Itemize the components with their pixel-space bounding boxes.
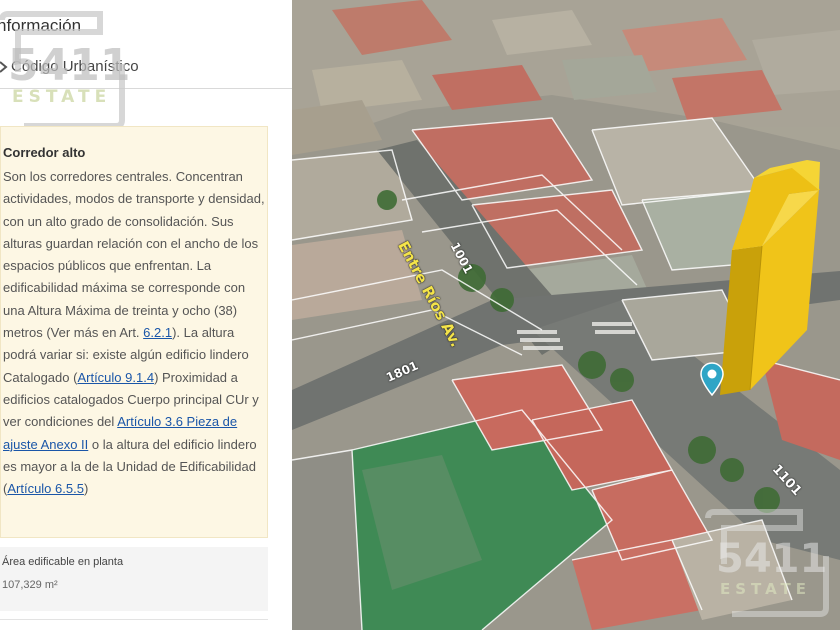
info-panel: nformación Código Urbanístico 5411 ESTAT… (0, 0, 292, 630)
area-label: Área edificable en planta (2, 556, 124, 568)
area-card: Área edificable en planta 107,329 m² (0, 547, 268, 611)
zone-description: Son los corredores centrales. Concentran… (3, 166, 265, 500)
description-text: Son los corredores centrales. Concentran… (3, 169, 265, 341)
panel-title: nformación (0, 16, 82, 35)
description-text: ) (83, 481, 89, 497)
article-link[interactable]: Artículo 9.1.4 (77, 370, 154, 385)
svg-text:ESTATE: ESTATE (12, 87, 111, 107)
panel-divider (0, 619, 268, 620)
area-value: 107,329 m² (2, 579, 58, 591)
breadcrumb[interactable]: Código Urbanístico (0, 58, 139, 75)
aerial-imagery[interactable] (292, 0, 840, 630)
zone-name: Corredor alto (3, 145, 86, 160)
zone-info-card: Corredor alto Son los corredores central… (0, 126, 268, 538)
article-link[interactable]: 6.2.1 (143, 325, 172, 340)
breadcrumb-codigo-urbanistico[interactable]: Código Urbanístico (11, 58, 139, 75)
panel-header: nformación Código Urbanístico (0, 0, 292, 89)
map-3d-view[interactable]: Entre Ríos Av. 1001 1801 1101 5411 ESTAT… (292, 0, 840, 630)
chevron-right-icon (0, 60, 8, 73)
map-pin-icon[interactable] (700, 362, 724, 396)
article-link[interactable]: Artículo 6.5.5 (7, 481, 84, 496)
